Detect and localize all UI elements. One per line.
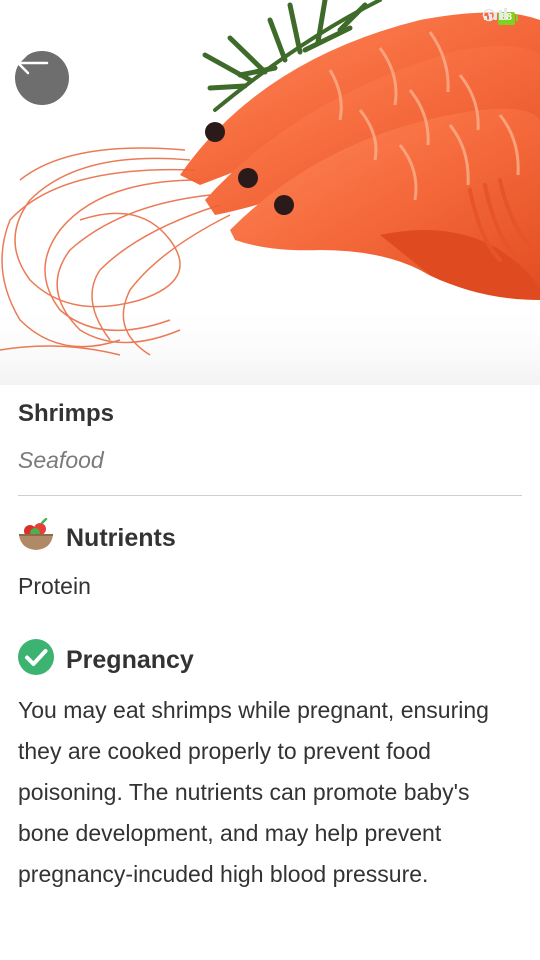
back-button[interactable] (15, 51, 69, 105)
arrow-left-icon (16, 51, 49, 75)
nutrients-header: Nutrients (18, 517, 522, 557)
pregnancy-description: You may eat shrimps while pregnant, ensu… (18, 697, 489, 887)
check-circle-icon (18, 639, 54, 680)
pregnancy-header: Pregnancy (18, 639, 522, 680)
hero-image: 88 (0, 0, 540, 385)
food-details: Shrimps Seafood Nutrients Protein Pregna… (18, 385, 522, 895)
nutrients-heading: Nutrients (66, 523, 176, 552)
food-category: Seafood (18, 447, 104, 473)
divider (18, 495, 522, 496)
food-bowl-icon (18, 517, 54, 557)
nutrients-value: Protein (18, 573, 91, 599)
status-bar: 88 (482, 8, 518, 28)
food-name: Shrimps (18, 400, 115, 427)
shrimp-photo (0, 0, 540, 385)
pregnancy-heading: Pregnancy (66, 645, 194, 674)
